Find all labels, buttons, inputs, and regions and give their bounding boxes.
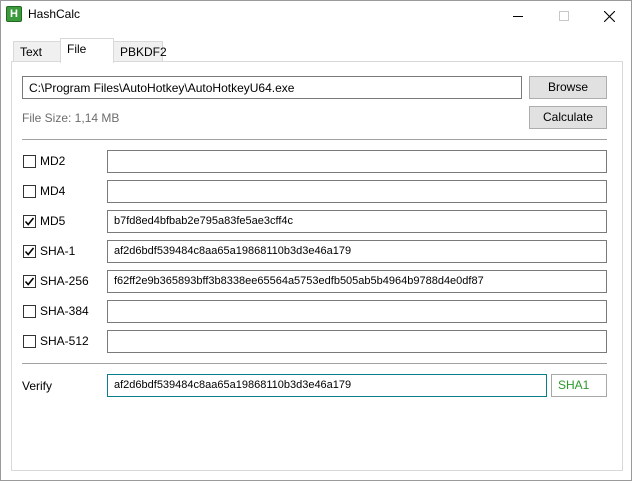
file-path-input[interactable]: C:\Program Files\AutoHotkey\AutoHotkeyU6… <box>22 76 522 99</box>
md5-checkbox[interactable] <box>23 215 36 228</box>
tab-file[interactable]: File <box>60 38 114 63</box>
verify-input[interactable]: af2d6bdf539484c8aa65a19868110b3d3e46a179 <box>107 374 547 397</box>
md2-hash-field[interactable] <box>107 150 607 173</box>
md2-checkbox[interactable] <box>23 155 36 168</box>
md4-hash-field[interactable] <box>107 180 607 203</box>
sha1-checkbox[interactable] <box>23 245 36 258</box>
tab-text[interactable]: Text <box>13 41 61 62</box>
sha1-label: SHA-1 <box>40 244 76 258</box>
sha512-checkbox[interactable] <box>23 335 36 348</box>
hashcalc-app-icon: H <box>6 6 22 22</box>
sha256-hash-field[interactable]: f62ff2e9b365893bff3b8338ee65564a5753edfb… <box>107 270 607 293</box>
hashcalc-window: H HashCalc Text File PBKDF2 C:\Program F… <box>0 0 632 481</box>
title-bar: H HashCalc <box>1 1 631 31</box>
checkmark-icon <box>24 217 35 226</box>
window-title: HashCalc <box>28 7 81 21</box>
sha384-checkbox[interactable] <box>23 305 36 318</box>
sha512-hash-field[interactable] <box>107 330 607 353</box>
sha256-label: SHA-256 <box>40 274 89 288</box>
md5-label: MD5 <box>40 214 66 228</box>
minimize-button[interactable] <box>495 1 541 31</box>
close-button[interactable] <box>586 1 632 31</box>
md4-label: MD4 <box>40 184 66 198</box>
tab-pbkdf2[interactable]: PBKDF2 <box>113 41 167 62</box>
file-tab-panel: C:\Program Files\AutoHotkey\AutoHotkeyU6… <box>11 61 623 471</box>
file-size-label: File Size: 1,14 MB <box>22 111 120 125</box>
sha384-hash-field[interactable] <box>107 300 607 323</box>
sha1-hash-field[interactable]: af2d6bdf539484c8aa65a19868110b3d3e46a179 <box>107 240 607 263</box>
md2-label: MD2 <box>40 154 66 168</box>
checkmark-icon <box>24 277 35 286</box>
minimize-icon <box>513 16 523 17</box>
browse-button[interactable]: Browse <box>529 76 607 99</box>
maximize-button[interactable] <box>541 1 587 31</box>
sha512-label: SHA-512 <box>40 334 89 348</box>
maximize-icon <box>559 11 569 21</box>
checkmark-icon <box>24 247 35 256</box>
md5-hash-field[interactable]: b7fd8ed4bfbab2e795a83fe5ae3cff4c <box>107 210 607 233</box>
separator-top <box>22 139 607 140</box>
md4-checkbox[interactable] <box>23 185 36 198</box>
separator-bottom <box>22 363 607 364</box>
sha384-label: SHA-384 <box>40 304 89 318</box>
calculate-button[interactable]: Calculate <box>529 106 607 129</box>
sha256-checkbox[interactable] <box>23 275 36 288</box>
close-icon <box>603 10 615 22</box>
verify-label: Verify <box>22 379 53 393</box>
verify-match-badge: SHA1 <box>551 374 607 397</box>
